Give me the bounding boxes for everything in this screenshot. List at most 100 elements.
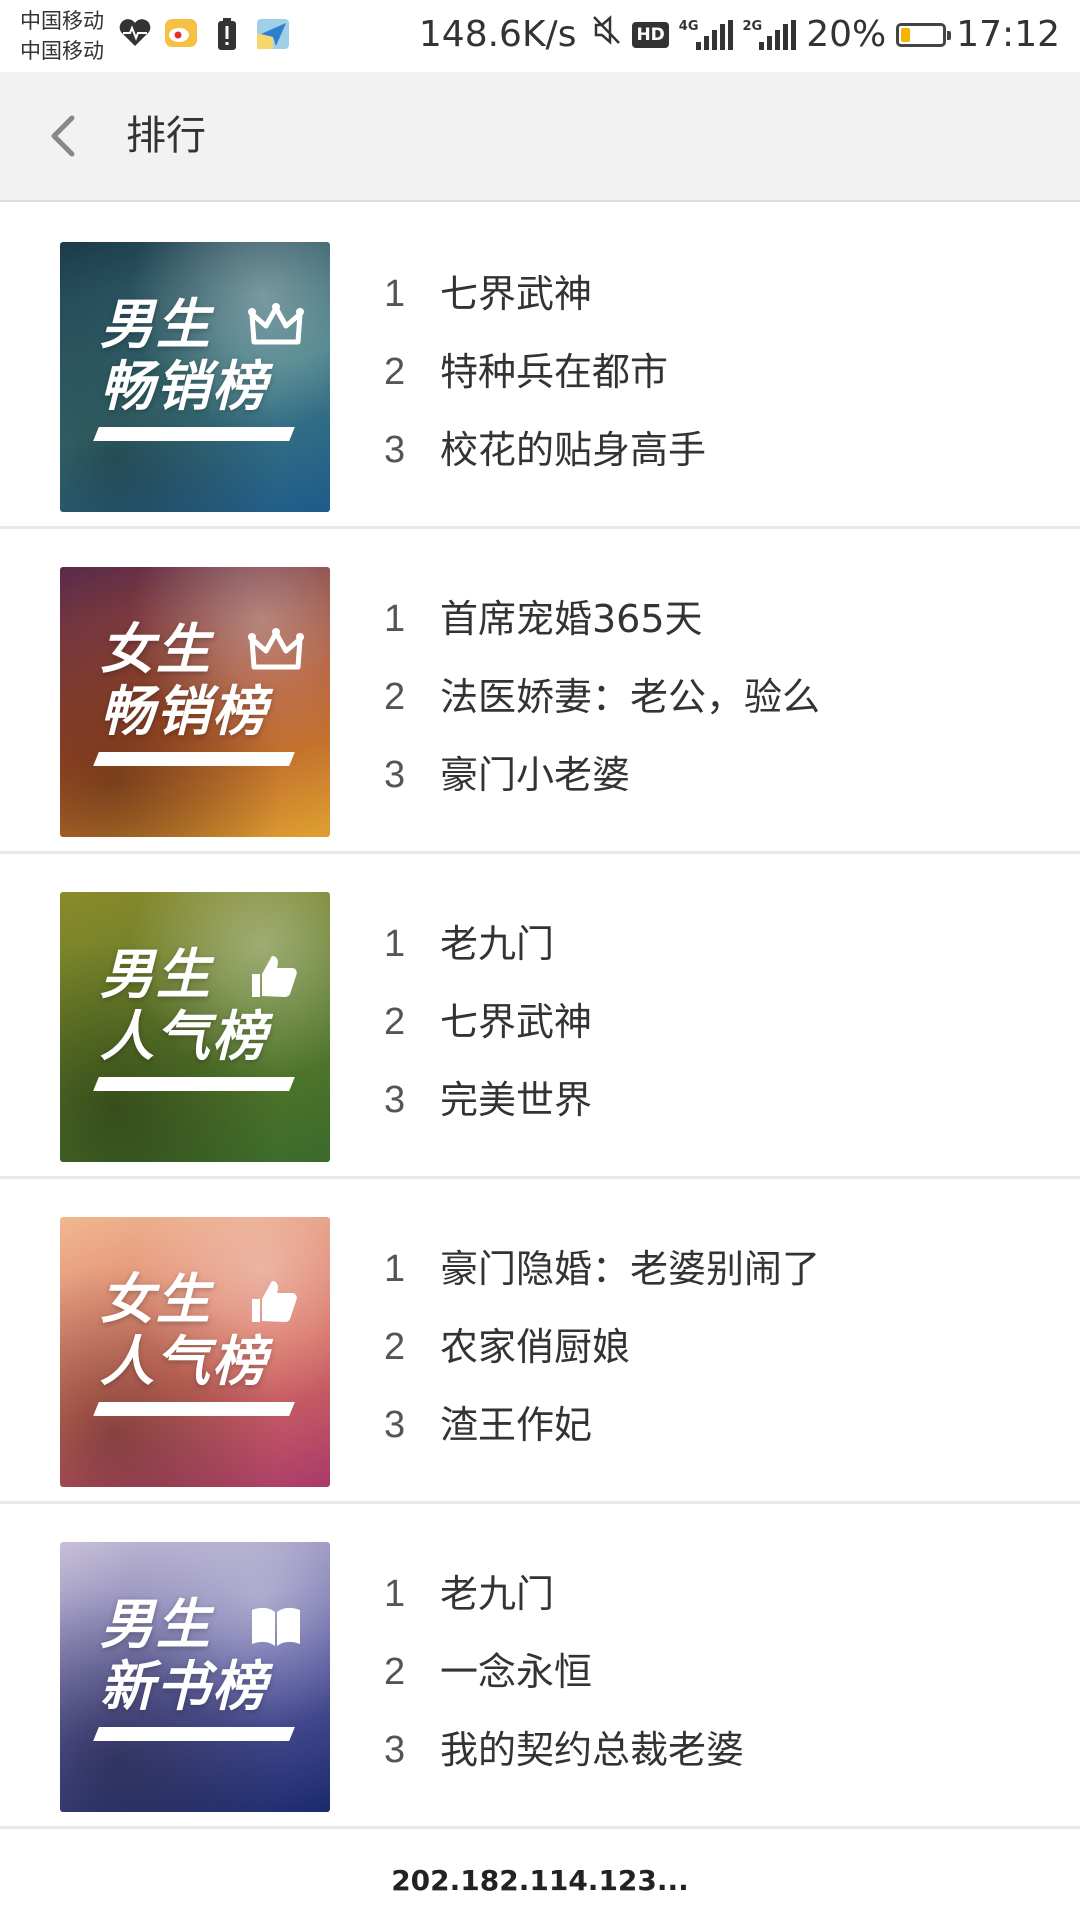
book-item[interactable]: 2 特种兵在都市 — [384, 348, 706, 426]
carrier-info: 中国移动 中国移动 — [20, 6, 104, 66]
battery-alert-icon — [210, 18, 244, 52]
crown-icon — [248, 627, 304, 675]
book-rank: 1 — [384, 598, 406, 640]
ranking-cover-image[interactable]: 男生 人气榜 — [60, 892, 330, 1162]
battery-icon — [896, 22, 952, 47]
book-rank: 2 — [384, 1651, 406, 1693]
book-item[interactable]: 2 一念永恒 — [384, 1648, 744, 1726]
book-title: 老九门 — [440, 1572, 555, 1616]
book-item[interactable]: 3 完美世界 — [384, 1076, 592, 1154]
carrier-2-label: 中国移动 — [20, 39, 104, 63]
book-title: 豪门隐婚：老婆别闹了 — [440, 1247, 821, 1291]
book-rank: 2 — [384, 1326, 406, 1368]
top-books-list: 1 老九门 2 七界武神 3 完美世界 — [384, 920, 592, 1154]
chevron-left-icon — [36, 106, 96, 166]
battery-level — [901, 27, 911, 42]
cover-stripe — [93, 427, 295, 441]
heart-rate-icon — [118, 18, 152, 52]
book-title: 农家俏厨娘 — [440, 1325, 631, 1369]
cover-stripe — [93, 1077, 295, 1091]
book-title: 我的契约总裁老婆 — [440, 1728, 745, 1772]
book-item[interactable]: 3 渣王作妃 — [384, 1401, 820, 1479]
book-item[interactable]: 1 七界武神 — [384, 270, 706, 348]
book-title: 七界武神 — [440, 272, 593, 316]
url-footer: 202.182.114.123... — [0, 1842, 1080, 1920]
book-item[interactable]: 3 豪门小老婆 — [384, 751, 820, 829]
back-button[interactable] — [36, 106, 96, 166]
book-title: 七界武神 — [440, 1000, 593, 1044]
cover-stripe — [93, 1727, 295, 1741]
ranking-cover-image[interactable]: 女生 畅销榜 — [60, 567, 330, 837]
book-rank: 2 — [384, 351, 406, 393]
ranking-card[interactable]: 女生 畅销榜 1 首席宠婚365天 2 法医娇妻：老公，验么 3 豪门小老婆 — [0, 529, 1080, 854]
clock: 17:12 — [956, 14, 1060, 55]
weibo-icon — [164, 18, 198, 52]
page-title: 排行 — [126, 113, 206, 159]
book-item[interactable]: 2 农家俏厨娘 — [384, 1323, 820, 1401]
system-status: 148.6K/s HD 4G 2G 20% 17:12 — [419, 14, 1060, 55]
status-bar: 中国移动 中国移动 148.6K/s HD 4G 2G 20% 17:12 — [0, 0, 1080, 72]
notification-icons — [118, 18, 290, 52]
top-books-list: 1 七界武神 2 特种兵在都市 3 校花的贴身高手 — [384, 270, 706, 504]
book-item[interactable]: 1 老九门 — [384, 1570, 744, 1648]
top-books-list: 1 老九门 2 一念永恒 3 我的契约总裁老婆 — [384, 1570, 744, 1804]
book-rank: 3 — [384, 429, 406, 471]
book-title: 首席宠婚365天 — [440, 597, 703, 641]
book-rank: 1 — [384, 1573, 406, 1615]
ranking-cover-image[interactable]: 男生 畅销榜 — [60, 242, 330, 512]
book-icon — [248, 1602, 304, 1650]
cover-title-line-2: 人气榜 — [100, 1330, 268, 1393]
book-title: 法医娇妻：老公，验么 — [440, 675, 821, 719]
book-item[interactable]: 1 首席宠婚365天 — [384, 595, 820, 673]
cover-stripe — [93, 1402, 295, 1416]
cover-stripe — [93, 752, 295, 766]
book-rank: 3 — [384, 1729, 406, 1771]
top-books-list: 1 豪门隐婚：老婆别闹了 2 农家俏厨娘 3 渣王作妃 — [384, 1245, 820, 1479]
thumbs-up-icon — [248, 1277, 304, 1325]
ranking-card[interactable]: 男生 新书榜 1 老九门 2 一念永恒 3 我的契约总裁老婆 — [0, 1504, 1080, 1829]
book-item[interactable]: 2 七界武神 — [384, 998, 592, 1076]
book-title: 豪门小老婆 — [440, 753, 631, 797]
crown-icon — [248, 302, 304, 350]
book-rank: 3 — [384, 754, 406, 796]
app-header: 排行 — [0, 72, 1080, 202]
cover-title-line-2: 畅销榜 — [100, 680, 268, 743]
book-title: 完美世界 — [440, 1078, 593, 1122]
signal-2g-icon: 2G — [742, 18, 797, 50]
book-rank: 2 — [384, 676, 406, 718]
cover-title-line-2: 新书榜 — [100, 1655, 268, 1718]
battery-percent: 20% — [806, 14, 887, 55]
book-item[interactable]: 3 我的契约总裁老婆 — [384, 1726, 744, 1804]
book-rank: 1 — [384, 923, 406, 965]
signal-4g-icon: 4G — [678, 18, 733, 50]
ranking-card[interactable]: 男生 畅销榜 1 七界武神 2 特种兵在都市 3 校花的贴身高手 — [0, 204, 1080, 529]
carrier-1-label: 中国移动 — [20, 9, 104, 33]
book-rank: 3 — [384, 1079, 406, 1121]
network-2g-label: 2G — [742, 18, 763, 34]
hd-badge: HD — [632, 21, 669, 48]
book-item[interactable]: 3 校花的贴身高手 — [384, 426, 706, 504]
send-app-icon — [256, 18, 290, 52]
book-title: 一念永恒 — [440, 1650, 593, 1694]
ranking-cover-image[interactable]: 男生 新书榜 — [60, 1542, 330, 1812]
net-speed: 148.6K/s — [418, 14, 577, 55]
ranking-card[interactable]: 女生 人气榜 1 豪门隐婚：老婆别闹了 2 农家俏厨娘 3 渣王作妃 — [0, 1179, 1080, 1504]
book-rank: 3 — [384, 1404, 406, 1446]
book-rank: 2 — [384, 1001, 406, 1043]
mute-icon — [592, 14, 622, 55]
book-rank: 1 — [384, 1248, 406, 1290]
ranking-cover-image[interactable]: 女生 人气榜 — [60, 1217, 330, 1487]
cover-title-line-2: 畅销榜 — [100, 355, 268, 418]
book-title: 老九门 — [440, 922, 555, 966]
book-item[interactable]: 1 老九门 — [384, 920, 592, 998]
top-books-list: 1 首席宠婚365天 2 法医娇妻：老公，验么 3 豪门小老婆 — [384, 595, 820, 829]
ranking-card[interactable]: 男生 人气榜 1 老九门 2 七界武神 3 完美世界 — [0, 854, 1080, 1179]
network-4g-label: 4G — [678, 18, 699, 34]
cover-title-line-2: 人气榜 — [100, 1005, 268, 1068]
thumbs-up-icon — [248, 952, 304, 1000]
book-item[interactable]: 1 豪门隐婚：老婆别闹了 — [384, 1245, 820, 1323]
book-title: 特种兵在都市 — [440, 350, 669, 394]
book-title: 渣王作妃 — [440, 1403, 593, 1447]
ranking-list: 男生 畅销榜 1 七界武神 2 特种兵在都市 3 校花的贴身高手 女生 畅销榜 1 首席宠婚365天 2… — [0, 204, 1080, 1829]
book-item[interactable]: 2 法医娇妻：老公，验么 — [384, 673, 820, 751]
